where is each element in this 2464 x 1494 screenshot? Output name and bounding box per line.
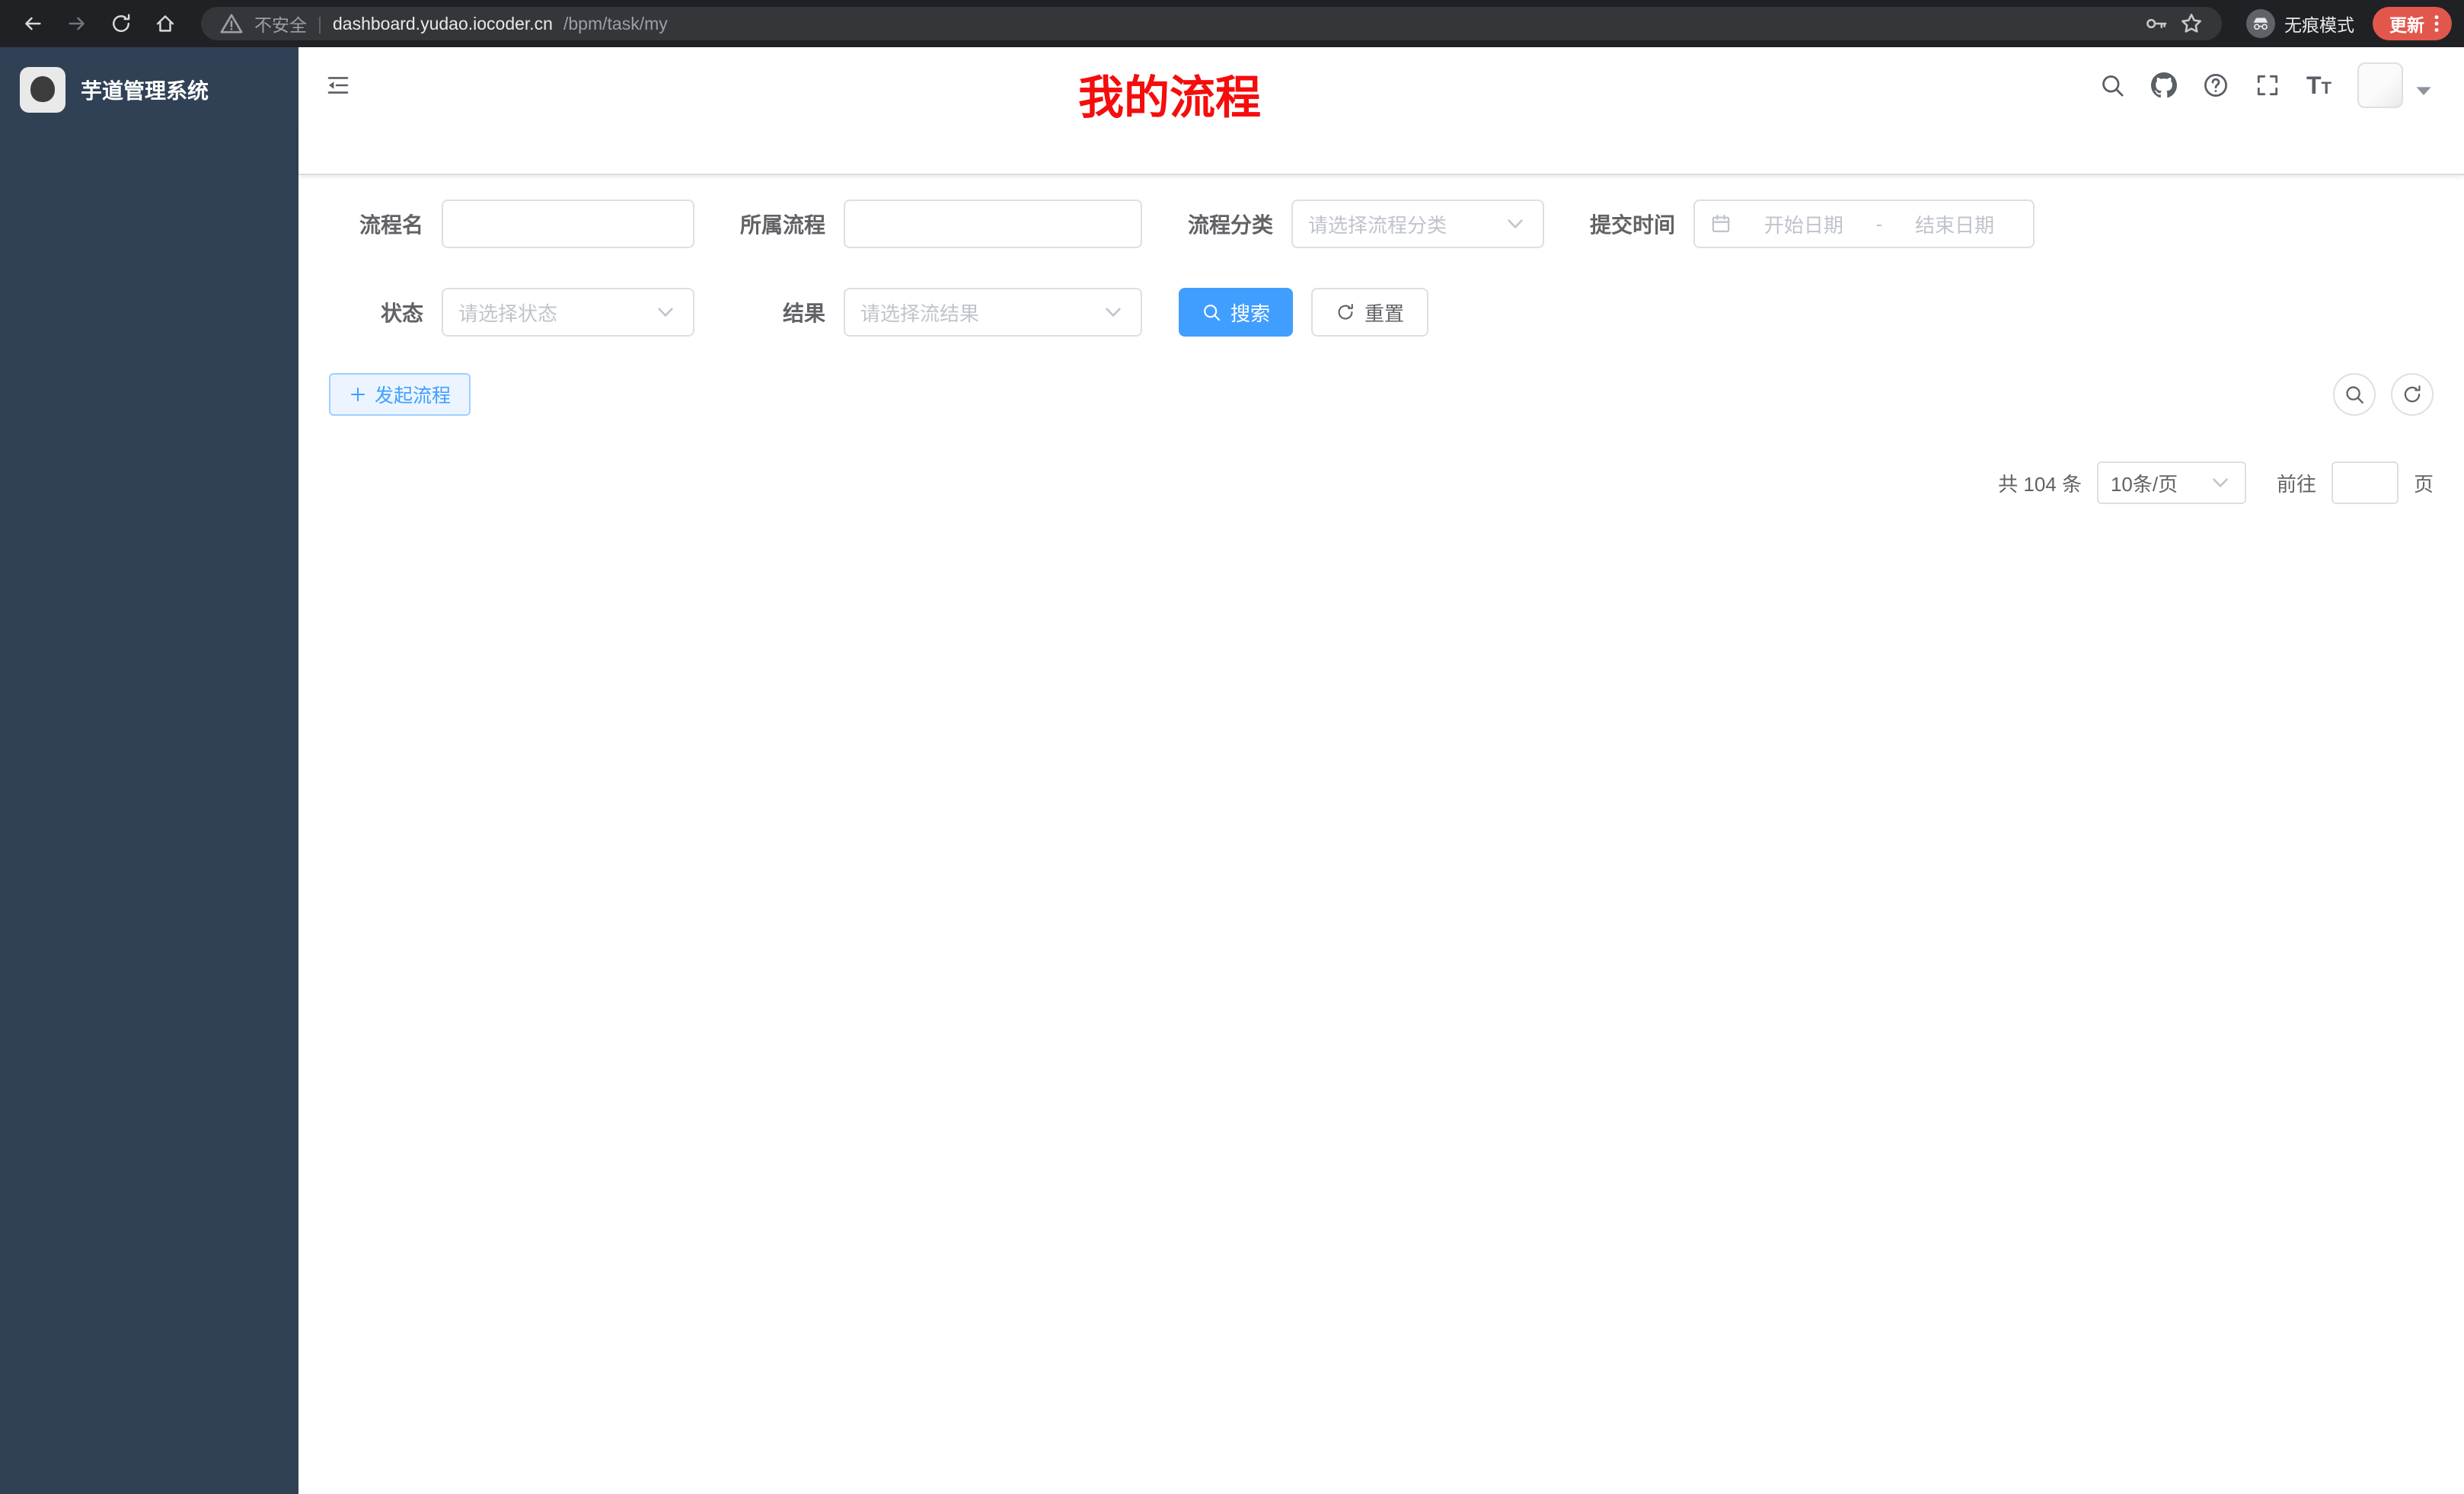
search-icon xyxy=(2344,384,2365,405)
reset-button[interactable]: 重置 xyxy=(1311,288,1428,337)
process-name-input[interactable] xyxy=(442,200,694,248)
help-icon[interactable] xyxy=(2203,72,2229,98)
start-date-placeholder[interactable]: 开始日期 xyxy=(1741,210,1867,238)
logo[interactable]: 芋道管理系统 xyxy=(0,47,298,132)
logo-image xyxy=(20,67,65,113)
user-menu[interactable] xyxy=(2357,62,2437,108)
category-label: 流程分类 xyxy=(1179,209,1273,239)
page-content: 流程名 所属流程 流程分类 请选择流程分类 提交时间 xyxy=(298,175,2464,1494)
browser-update-button[interactable]: 更新 xyxy=(2373,7,2452,40)
fullscreen-icon[interactable] xyxy=(2255,72,2280,98)
incognito-label: 无痕模式 xyxy=(2284,11,2354,37)
total-count: 共 104 条 xyxy=(1998,469,2082,497)
browser-home-button[interactable] xyxy=(145,3,186,44)
submit-time-label: 提交时间 xyxy=(1581,209,1675,239)
font-size-icon[interactable]: TT xyxy=(2306,73,2332,97)
app-title: 芋道管理系统 xyxy=(81,75,209,105)
password-key-icon[interactable] xyxy=(2144,11,2169,36)
reload-icon xyxy=(110,12,132,35)
process-definition-label: 所属流程 xyxy=(731,209,825,239)
status-label: 状态 xyxy=(329,297,423,327)
pagination: 共 104 条 10条/页 前往 页 xyxy=(329,461,2434,504)
address-bar[interactable]: 不安全 | dashboard.yudao.iocoder.cn/bpm/tas… xyxy=(201,7,2222,40)
start-process-label: 发起流程 xyxy=(375,381,451,408)
process-definition-input[interactable] xyxy=(844,200,1142,248)
category-select[interactable]: 请选择流程分类 xyxy=(1291,200,1544,248)
start-process-button[interactable]: 发起流程 xyxy=(329,373,471,416)
toolbar-right-icons xyxy=(2333,373,2434,416)
search-button-label: 搜索 xyxy=(1230,298,1270,327)
navbar-actions: TT xyxy=(2099,62,2437,108)
forward-arrow-icon xyxy=(65,12,88,35)
home-icon xyxy=(154,12,177,35)
browser-back-button[interactable] xyxy=(12,3,53,44)
filter-row-1: 流程名 所属流程 流程分类 请选择流程分类 提交时间 xyxy=(329,200,2434,248)
security-warning-icon[interactable] xyxy=(219,11,244,36)
filter-row-2: 状态 请选择状态 结果 请选择流结果 搜索 xyxy=(329,288,2434,337)
update-label: 更新 xyxy=(2389,11,2424,37)
menu-dots-icon[interactable] xyxy=(2426,13,2447,34)
result-label: 结果 xyxy=(731,297,825,327)
reset-button-label: 重置 xyxy=(1364,298,1404,327)
page-size-select[interactable]: 10条/页 xyxy=(2097,461,2246,504)
process-name-label: 流程名 xyxy=(329,209,423,239)
submit-time-range-picker[interactable]: 开始日期 - 结束日期 xyxy=(1693,200,2035,248)
annotation-overlay: 我的流程 xyxy=(1078,61,1261,127)
avatar[interactable] xyxy=(2357,62,2403,108)
top-navbar: TT xyxy=(298,47,2464,123)
calendar-icon xyxy=(1710,213,1732,235)
incognito-icon xyxy=(2246,9,2275,38)
url-divider: | xyxy=(318,14,322,34)
page-size-value: 10条/页 xyxy=(2111,469,2178,497)
url-path: /bpm/task/my xyxy=(563,14,668,34)
result-placeholder: 请选择流结果 xyxy=(860,298,979,327)
category-placeholder: 请选择流程分类 xyxy=(1308,210,1447,238)
browser-reload-button[interactable] xyxy=(101,3,142,44)
bookmark-star-icon[interactable] xyxy=(2179,11,2204,36)
url-host: dashboard.yudao.iocoder.cn xyxy=(333,14,553,34)
browser-chrome: 不安全 | dashboard.yudao.iocoder.cn/bpm/tas… xyxy=(0,0,2464,47)
search-icon xyxy=(1202,302,1221,322)
tags-view xyxy=(298,123,2464,175)
chevron-down-icon xyxy=(1101,300,1125,324)
sidebar: 芋道管理系统 xyxy=(0,47,298,1494)
browser-forward-button[interactable] xyxy=(56,3,97,44)
end-date-placeholder[interactable]: 结束日期 xyxy=(1891,210,2018,238)
incognito-badge: 无痕模式 xyxy=(2237,9,2363,38)
chevron-down-icon xyxy=(1503,212,1527,236)
back-arrow-icon xyxy=(21,12,44,35)
github-icon[interactable] xyxy=(2151,72,2177,98)
date-range-separator: - xyxy=(1876,212,1883,236)
result-select[interactable]: 请选择流结果 xyxy=(844,288,1142,337)
caret-down-icon xyxy=(2411,78,2437,104)
refresh-table-button[interactable] xyxy=(2391,373,2434,416)
sidebar-toggle-icon[interactable] xyxy=(326,73,350,97)
toggle-search-button[interactable] xyxy=(2333,373,2376,416)
status-select[interactable]: 请选择状态 xyxy=(442,288,694,337)
chevron-down-icon xyxy=(2208,471,2233,495)
chevron-down-icon xyxy=(653,300,678,324)
refresh-icon xyxy=(2402,384,2423,405)
goto-unit: 页 xyxy=(2414,469,2434,497)
search-icon[interactable] xyxy=(2099,72,2125,98)
security-label[interactable]: 不安全 xyxy=(254,11,307,37)
table-toolbar: 发起流程 xyxy=(329,373,2434,416)
goto-label: 前往 xyxy=(2277,469,2316,497)
search-button[interactable]: 搜索 xyxy=(1179,288,1293,337)
status-placeholder: 请选择状态 xyxy=(458,298,557,327)
plus-icon xyxy=(349,385,367,404)
refresh-icon xyxy=(1336,302,1355,322)
goto-page-input[interactable] xyxy=(2332,461,2399,504)
